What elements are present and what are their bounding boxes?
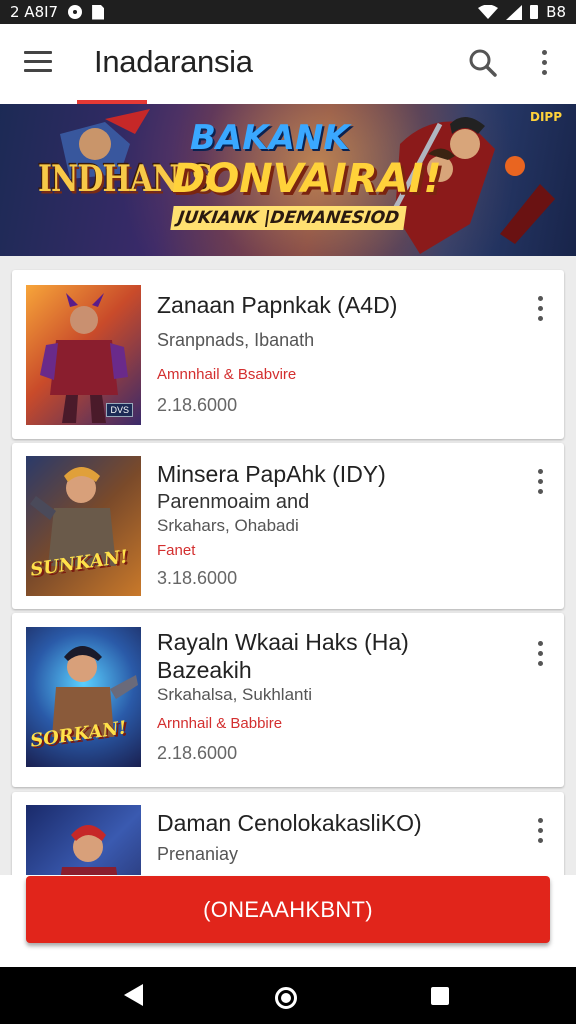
more-vert-icon [534, 50, 554, 75]
list-item[interactable]: SORKAN! Rayaln Wkaai Haks (Ha) Bazeakih … [12, 613, 564, 787]
banner-corner-text: DIPP [529, 110, 562, 124]
game-thumbnail: SUNKAN! [26, 456, 141, 596]
overflow-menu-button[interactable] [534, 50, 554, 80]
menu-icon [24, 51, 52, 72]
game-title: Minsera PapAhk (IDY) [157, 461, 386, 487]
game-count: 2.18.6000 [157, 743, 238, 763]
item-overflow-button[interactable] [530, 818, 550, 848]
item-overflow-button[interactable] [530, 469, 550, 499]
search-icon [469, 49, 497, 77]
game-developer: Srkahalsa, Sukhlanti [157, 685, 312, 704]
game-tag: Fanet [157, 542, 196, 559]
more-vert-icon [530, 641, 550, 666]
primary-action-button[interactable]: (ONEAAHKBNT) [26, 876, 550, 943]
more-vert-icon [530, 469, 550, 494]
banner-subtitle: JUKIANK |DEMANESIOD [170, 206, 407, 230]
promo-banner[interactable]: INDHANIS BAKANK DONVAIRAI! JUKIANK |DEMA… [0, 104, 576, 256]
list-item[interactable]: DVS Zanaan Papnkak (A4D) Sranpnads, Iban… [12, 270, 564, 439]
banner-title-line2: DONVAIRAI! [172, 156, 442, 202]
game-developer: Srkahars, Ohabadi [157, 516, 299, 535]
signal-icon [506, 4, 523, 20]
sim-card-icon [92, 4, 105, 20]
app-bar: Inadaransia [0, 24, 576, 105]
wifi-icon [478, 4, 499, 19]
game-badge: DVS [106, 403, 133, 417]
more-vert-icon [530, 296, 550, 321]
game-count: 3.18.6000 [157, 568, 238, 588]
app-title: Inadaransia [94, 44, 253, 79]
game-thumbnail: SORKAN! [26, 627, 141, 767]
game-title-line2: Bazeakih [157, 657, 252, 683]
search-button[interactable] [468, 48, 498, 78]
banner-title-line1: BAKANK [190, 118, 350, 158]
game-subtitle: Parenmoaim and [157, 491, 310, 513]
system-nav-bar [0, 967, 576, 1024]
record-icon [68, 5, 83, 19]
game-developer: Sranpnads, Ibanath [157, 330, 315, 350]
status-bar: 2 A8I7 B8 [0, 0, 576, 24]
game-thumbnail: DVS [26, 285, 141, 425]
list-item[interactable]: SUNKAN! Minsera PapAhk (IDY) Parenmoaim … [12, 443, 564, 609]
battery-icon [530, 5, 539, 19]
item-overflow-button[interactable] [530, 641, 550, 671]
status-time: 2 A8I7 [10, 3, 59, 21]
battery-label: B8 [546, 3, 566, 21]
more-vert-icon [530, 818, 550, 843]
game-subtitle: Prenaniay [157, 844, 239, 864]
game-tag: Arnnhail & Babbire [157, 715, 283, 732]
game-title: Zanaan Papnkak (A4D) [157, 292, 398, 318]
item-overflow-button[interactable] [530, 296, 550, 326]
menu-button[interactable] [24, 51, 52, 73]
game-title: Rayaln Wkaai Haks (Ha) [157, 629, 409, 655]
game-count: 2.18.6000 [157, 395, 238, 415]
recents-icon[interactable] [431, 987, 449, 1005]
home-icon[interactable] [275, 987, 297, 1009]
game-tag: Amnnhail & Bsabvire [157, 366, 297, 383]
game-title: Daman CenolokakasliKO) [157, 810, 422, 836]
back-icon[interactable] [124, 984, 143, 1006]
